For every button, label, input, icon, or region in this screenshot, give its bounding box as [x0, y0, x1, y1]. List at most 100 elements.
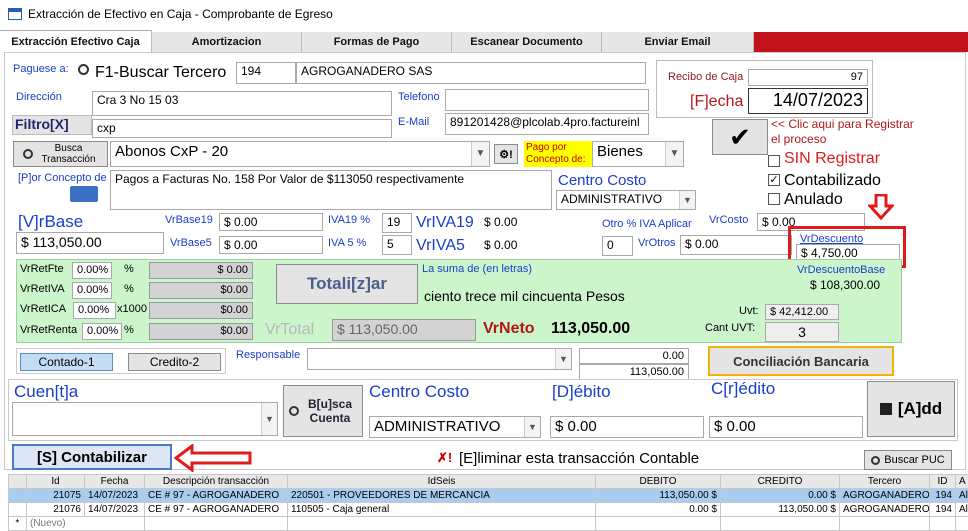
conciliacion-button[interactable]: Conciliación Bancaria	[708, 346, 894, 376]
column-header[interactable]: IdSeis	[288, 475, 596, 489]
fecha-field[interactable]: 14/07/2023	[748, 88, 868, 114]
sin-registrar-checkbox[interactable]	[768, 155, 780, 167]
retencion-label: VrRetRenta	[20, 324, 77, 336]
eliminar-icon[interactable]: ✗!	[437, 450, 452, 466]
busca-cuenta-button[interactable]: B[u]sca Cuenta	[283, 385, 363, 437]
otro-iva-field[interactable]: 0	[602, 236, 633, 256]
save-icon	[880, 403, 892, 415]
buscar-tercero-link[interactable]: F1-Buscar Tercero	[95, 64, 226, 82]
chevron-down-icon[interactable]: ▼	[524, 417, 540, 437]
suma-label: La suma de (en letras)	[422, 263, 532, 275]
column-header[interactable]: ID	[930, 475, 956, 489]
direccion-field[interactable]: Cra 3 No 15 03	[92, 91, 392, 116]
column-header[interactable]: Descripción transacción	[145, 475, 288, 489]
eliminar-link[interactable]: [E]liminar esta transacción Contable	[459, 450, 699, 467]
recibo-field[interactable]: 97	[748, 69, 868, 86]
concepto-field[interactable]: Pagos a Facturas No. 158 Por Valor de $1…	[110, 170, 552, 210]
retencion-pct-field[interactable]: 0.00%	[73, 302, 116, 319]
table-header: Id Fecha Descripción transacción IdSeis …	[9, 475, 968, 489]
new-row[interactable]: * (Nuevo)	[9, 517, 968, 531]
retencion-pct-field[interactable]: 0.00%	[72, 262, 112, 279]
chevron-down-icon[interactable]: ▼	[665, 142, 683, 166]
transactions-table: Id Fecha Descripción transacción IdSeis …	[8, 474, 968, 531]
column-header[interactable]: DEBITO	[596, 475, 721, 489]
retencion-label: VrRetIVA	[20, 283, 65, 295]
vrbase-label: [V]rBase	[18, 212, 83, 232]
otro-iva-label: Otro % IVA Aplicar	[602, 218, 692, 230]
vriva5-label: VrIVA5	[416, 237, 465, 255]
contado-button[interactable]: Contado-1	[20, 353, 113, 371]
credito-asiento-label: C[r]édito	[711, 379, 775, 399]
recibo-label: Recibo de Caja	[668, 71, 743, 83]
email-field[interactable]: 891201428@plcolab.4pro.factureinl	[445, 113, 649, 135]
tab-amortizacion[interactable]: Amortizacion	[152, 32, 302, 52]
retencion-label: VrRetICA	[20, 303, 66, 315]
iva19-label: IVA19 %	[328, 214, 370, 226]
column-header[interactable]: A	[956, 475, 968, 489]
chevron-down-icon[interactable]: ▼	[679, 191, 695, 209]
buscar-puc-button[interactable]: Buscar PUC	[864, 450, 952, 470]
column-header[interactable]: Id	[27, 475, 85, 489]
anulado-label: Anulado	[784, 191, 843, 209]
fecha-label: [F]echa	[690, 93, 743, 111]
keyboard-icon[interactable]	[70, 186, 98, 202]
magnifier-icon	[871, 456, 880, 465]
table-row[interactable]: 21075 14/07/2023 CE # 97 - AGROGANADERO …	[9, 489, 968, 503]
cuenta-label: Cuen[t]a	[14, 382, 78, 402]
retencion-value: $0.00	[149, 302, 253, 319]
centro-costo-asiento-label: Centro Costo	[369, 382, 469, 402]
vrtotal-field: $ 113,050.00	[332, 319, 476, 341]
vrotros-field[interactable]: $ 0.00	[680, 235, 792, 255]
suma-text: ciento trece mil cincuenta Pesos	[424, 288, 625, 304]
vrbase19-field[interactable]: $ 0.00	[219, 213, 323, 231]
tab-escanear[interactable]: Escanear Documento	[452, 32, 602, 52]
title-bar: Extracción de Efectivo en Caja - Comprob…	[0, 0, 968, 28]
telefono-field[interactable]	[445, 89, 649, 111]
column-header[interactable]: Fecha	[85, 475, 145, 489]
column-header[interactable]: Tercero	[840, 475, 930, 489]
credito-field[interactable]: $ 0.00	[709, 416, 863, 438]
register-check-button[interactable]: ✔	[712, 119, 768, 155]
vrbase19-label: VrBase19	[165, 214, 213, 226]
annotation-arrow-down	[868, 194, 894, 218]
person-icon[interactable]: ⚙!	[494, 144, 518, 164]
filtro-field[interactable]: cxp	[92, 119, 392, 138]
debito-field[interactable]: $ 0.00	[550, 416, 704, 438]
retencion-pct-field[interactable]: 0.00%	[82, 323, 122, 340]
cant-uvt-label: Cant UVT:	[705, 322, 755, 334]
contabilizar-button[interactable]: [S] Contabilizar	[12, 444, 172, 470]
chevron-down-icon[interactable]: ▼	[261, 403, 277, 435]
tab-extraccion[interactable]: Extracción Efectivo Caja	[0, 30, 152, 52]
vriva19-label: VrIVA19	[416, 214, 474, 232]
column-header[interactable]: CREDITO	[721, 475, 840, 489]
search-icon[interactable]	[78, 64, 89, 75]
vrtotal-label: VrTotal	[265, 321, 314, 339]
tab-email[interactable]: Enviar Email	[602, 32, 754, 52]
tab-formas-pago[interactable]: Formas de Pago	[302, 32, 452, 52]
pago-concepto-select[interactable]: Bienes ▼	[592, 141, 684, 167]
centro-costo-asiento-select[interactable]: ADMINISTRATIVO ▼	[369, 416, 541, 438]
credito-button[interactable]: Credito-2	[128, 353, 221, 371]
table-row[interactable]: 21076 14/07/2023 CE # 97 - AGROGANADERO …	[9, 503, 968, 517]
chevron-down-icon[interactable]: ▼	[555, 349, 571, 369]
iva19-field[interactable]: 19	[382, 213, 412, 233]
cuenta-select[interactable]: ▼	[12, 402, 278, 436]
transaccion-select[interactable]: Abonos CxP - 20 ▼	[110, 141, 490, 167]
retencion-unit: %	[124, 324, 134, 336]
responsable-select[interactable]: ▼	[307, 348, 572, 370]
chevron-down-icon[interactable]: ▼	[471, 142, 489, 166]
vrbase-field[interactable]: $ 113,050.00	[16, 232, 164, 254]
tercero-id-field[interactable]: 194	[236, 62, 296, 84]
retencion-pct-field[interactable]: 0.00%	[72, 282, 112, 299]
totalizar-button[interactable]: Totali[z]ar	[276, 264, 418, 304]
iva5-field[interactable]: 5	[382, 235, 412, 255]
contabilizado-checkbox[interactable]: ✓	[768, 174, 780, 186]
tercero-name-field[interactable]: AGROGANADERO SAS	[296, 62, 646, 84]
anulado-checkbox[interactable]	[768, 193, 780, 205]
busca-transaccion-button[interactable]: Busca Transacción	[13, 141, 108, 167]
clic-aqui-text: << Clic aqui para Registrar el proceso	[771, 117, 921, 147]
add-button[interactable]: [A]dd	[867, 381, 955, 437]
centro-costo-select[interactable]: ADMINISTRATIVO ▼	[556, 190, 696, 210]
vrdescuentobase-label: VrDescuentoBase	[797, 264, 885, 276]
vrbase5-field[interactable]: $ 0.00	[219, 236, 323, 254]
